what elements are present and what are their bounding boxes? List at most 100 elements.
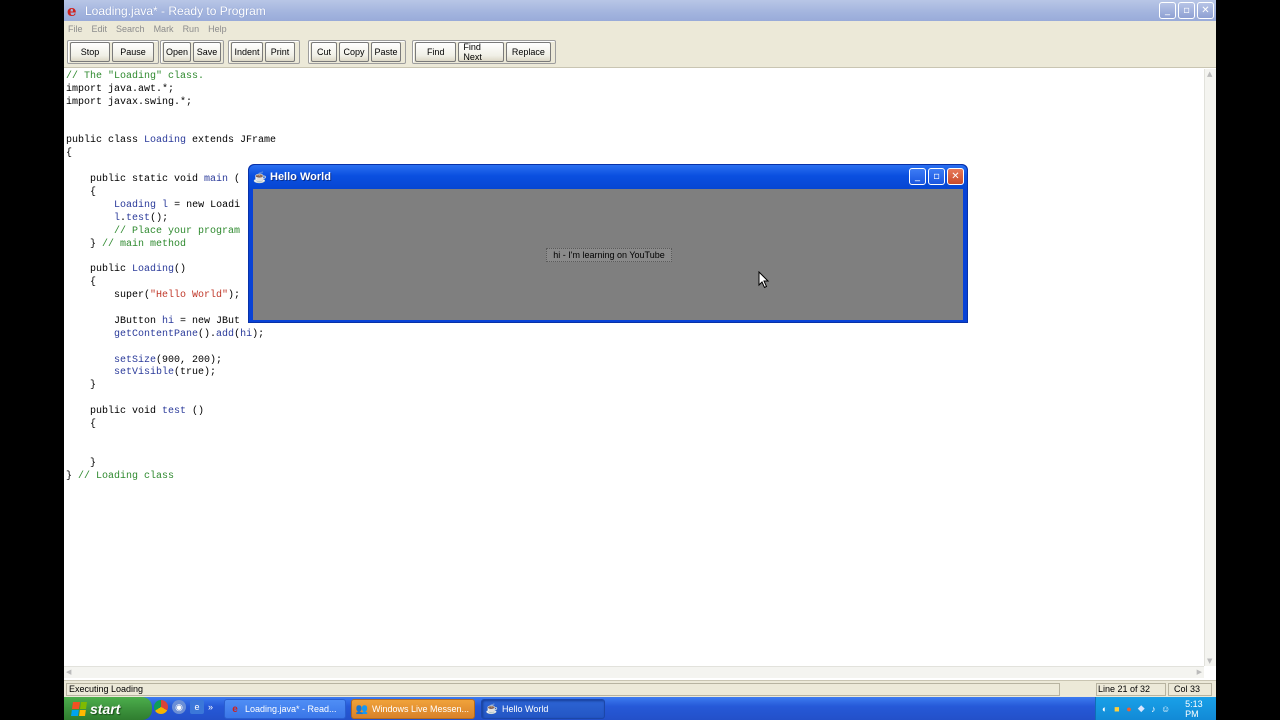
hi-button[interactable]: hi - I'm learning on YouTube <box>546 248 672 262</box>
start-label: start <box>90 700 121 717</box>
status-column-number: Col 33 <box>1168 683 1212 696</box>
java-icon: ☕ <box>253 171 267 184</box>
messenger-icon: 👥 <box>355 703 369 715</box>
code-line: public Loading() <box>66 264 187 276</box>
code-line: JButton hi = new JBut <box>66 315 241 327</box>
quick-launch: ◉ e » <box>154 700 213 714</box>
window-title: Loading.java* - Ready to Program <box>85 3 266 18</box>
code-line: { <box>66 277 97 289</box>
code-line: // The "Loading" class. <box>66 71 205 82</box>
menu-file[interactable]: File <box>68 24 83 34</box>
pause-button[interactable]: Pause <box>112 42 154 62</box>
code-line: super("Hello World"); <box>66 290 241 302</box>
code-line: public class Loading extends JFrame <box>66 135 277 147</box>
ie-icon[interactable]: e <box>190 700 204 714</box>
code-line: Loading l = new Loadi <box>114 199 241 211</box>
messenger-tray-icon[interactable]: ☺ <box>1161 703 1170 714</box>
save-button[interactable]: Save <box>193 42 221 62</box>
hello-world-window[interactable]: ☕ Hello World _ ▫ ✕ hi - I'm learning on… <box>248 164 968 323</box>
code-line: } <box>66 457 97 469</box>
paste-button[interactable]: Paste <box>371 42 401 62</box>
toolbar-group-file: Open Save <box>160 40 224 64</box>
vertical-scrollbar[interactable]: ▲ ▼ <box>1204 69 1216 666</box>
taskbar-item-label: Loading.java* - Read... <box>245 704 337 714</box>
network-icon[interactable]: ◐ <box>1100 703 1109 714</box>
code-line: import javax.swing.*; <box>66 96 193 108</box>
scroll-up-icon[interactable]: ▲ <box>1207 70 1212 78</box>
taskbar-item-label: Windows Live Messen... <box>372 704 470 714</box>
find-next-button[interactable]: Find Next <box>458 42 504 62</box>
hello-world-title: Hello World <box>270 171 331 183</box>
close-button[interactable]: ✕ <box>1197 2 1214 19</box>
minimize-button[interactable]: _ <box>909 168 926 185</box>
menu-mark[interactable]: Mark <box>154 24 174 34</box>
code-line: setSize(900, 200); <box>114 354 223 366</box>
main-window-titlebar[interactable]: e Loading.java* - Ready to Program _ ▫ ✕ <box>64 0 1216 21</box>
code-editor[interactable]: // The "Loading" class. import java.awt.*… <box>64 69 1204 666</box>
toolbar-group-find: Find Find Next Replace <box>412 40 556 64</box>
ready-to-program-icon: e <box>67 1 77 20</box>
cut-button[interactable]: Cut <box>311 42 337 62</box>
antivirus-icon[interactable]: ● <box>1124 703 1133 714</box>
media-icon[interactable]: ◉ <box>172 700 186 714</box>
close-button[interactable]: ✕ <box>947 168 964 185</box>
code-line: } // Loading class <box>66 470 175 482</box>
mouse-cursor-icon <box>758 271 770 289</box>
clock: 5:13 PM <box>1185 698 1203 719</box>
menu-help[interactable]: Help <box>208 24 227 34</box>
hello-world-content-pane: hi - I'm learning on YouTube <box>253 189 963 320</box>
security-icon[interactable]: ■ <box>1112 703 1121 714</box>
find-button[interactable]: Find <box>415 42 457 62</box>
code-line: { <box>66 148 73 160</box>
menu-run[interactable]: Run <box>183 24 200 34</box>
maximize-button[interactable]: ▫ <box>928 168 945 185</box>
taskbar-item-messenger[interactable]: 👥 Windows Live Messen... <box>351 699 475 719</box>
start-button[interactable]: start <box>64 697 152 720</box>
hello-world-controls: _ ▫ ✕ <box>909 168 964 185</box>
scroll-right-icon[interactable]: ▶ <box>1197 668 1202 676</box>
scroll-down-icon[interactable]: ▼ <box>1207 657 1212 665</box>
maximize-button[interactable]: ▫ <box>1178 2 1195 19</box>
stop-button[interactable]: Stop <box>70 42 110 62</box>
chrome-icon[interactable] <box>154 700 168 714</box>
code-line: // Place your program <box>114 225 241 237</box>
taskbar: start ◉ e » e Loading.java* - Read... 👥 … <box>64 697 1216 720</box>
volume-icon[interactable]: ♪ <box>1149 703 1158 714</box>
code-line: public void test () <box>66 406 205 418</box>
shield-icon[interactable]: ◆ <box>1137 703 1146 714</box>
open-button[interactable]: Open <box>163 42 191 62</box>
code-line: public static void main ( <box>66 174 241 186</box>
replace-button[interactable]: Replace <box>505 42 552 62</box>
status-bar: Executing Loading Line 21 of 32 Col 33 <box>64 680 1216 697</box>
horizontal-scrollbar[interactable]: ◀ ▶ <box>64 666 1204 678</box>
code-text: // The "Loading" class. import java.awt.*… <box>66 71 276 484</box>
toolbar-group-format: Indent Print <box>228 40 300 64</box>
hello-world-titlebar[interactable]: ☕ Hello World _ ▫ ✕ <box>249 165 967 189</box>
menu-search[interactable]: Search <box>116 24 145 34</box>
taskbar-item-hello-world[interactable]: ☕ Hello World <box>481 699 605 719</box>
copy-button[interactable]: Copy <box>339 42 369 62</box>
minimize-button[interactable]: _ <box>1159 2 1176 19</box>
taskbar-item-loading-java[interactable]: e Loading.java* - Read... <box>224 699 346 719</box>
ready-to-program-icon: e <box>232 703 238 715</box>
code-line: import java.awt.*; <box>66 83 175 95</box>
indent-button[interactable]: Indent <box>231 42 263 62</box>
menu-edit[interactable]: Edit <box>92 24 108 34</box>
code-line: l.test(); <box>114 212 169 224</box>
code-line: } // main method <box>66 238 187 250</box>
java-icon: ☕ <box>485 703 499 715</box>
toolbar: Stop Pause Open Save Indent Print Cut Co… <box>64 36 1216 68</box>
scroll-left-icon[interactable]: ◀ <box>66 668 71 676</box>
quick-launch-more-icon[interactable]: » <box>208 702 213 712</box>
status-message: Executing Loading <box>66 683 1060 696</box>
print-button[interactable]: Print <box>265 42 295 62</box>
menu-bar: File Edit Search Mark Run Help <box>64 21 1216 36</box>
code-line: } <box>66 380 97 392</box>
